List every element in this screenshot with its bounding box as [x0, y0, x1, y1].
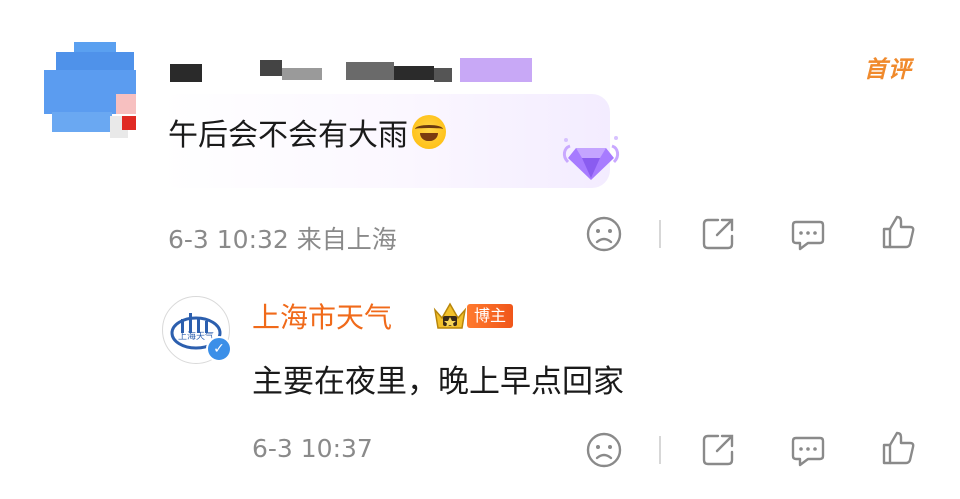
share-icon[interactable]: [698, 430, 738, 470]
comment-text: 午后会不会有大雨: [168, 110, 446, 154]
divider: [659, 220, 661, 248]
thumbs-up-icon[interactable]: [878, 212, 918, 252]
sad-face-icon[interactable]: [584, 430, 624, 470]
thumbs-up-icon[interactable]: [878, 428, 918, 468]
purple-gem-icon: [562, 136, 620, 180]
blogger-tag: 博主: [467, 304, 514, 328]
reply-text: 主要在夜里，晚上早点回家: [252, 364, 624, 400]
share-icon[interactable]: [698, 214, 738, 254]
comment-body: 午后会不会有大雨: [168, 118, 408, 153]
reply-meta: 6-3 10:37: [252, 434, 373, 463]
commenter-name-redacted: [170, 58, 550, 84]
comment-icon[interactable]: [788, 214, 828, 254]
laughing-crying-emoji-icon: [412, 115, 446, 149]
reply-author-name[interactable]: 上海市天气: [252, 296, 392, 336]
verified-badge-icon: ✓: [206, 336, 232, 362]
comment-icon[interactable]: [788, 430, 828, 470]
crown-icon: [433, 302, 467, 329]
comment-meta: 6-3 10:32 来自上海: [168, 225, 397, 254]
sad-face-icon[interactable]: [584, 214, 624, 254]
first-comment-badge: 首评: [864, 57, 912, 83]
divider: [659, 436, 661, 464]
commenter-avatar[interactable]: [44, 42, 148, 142]
